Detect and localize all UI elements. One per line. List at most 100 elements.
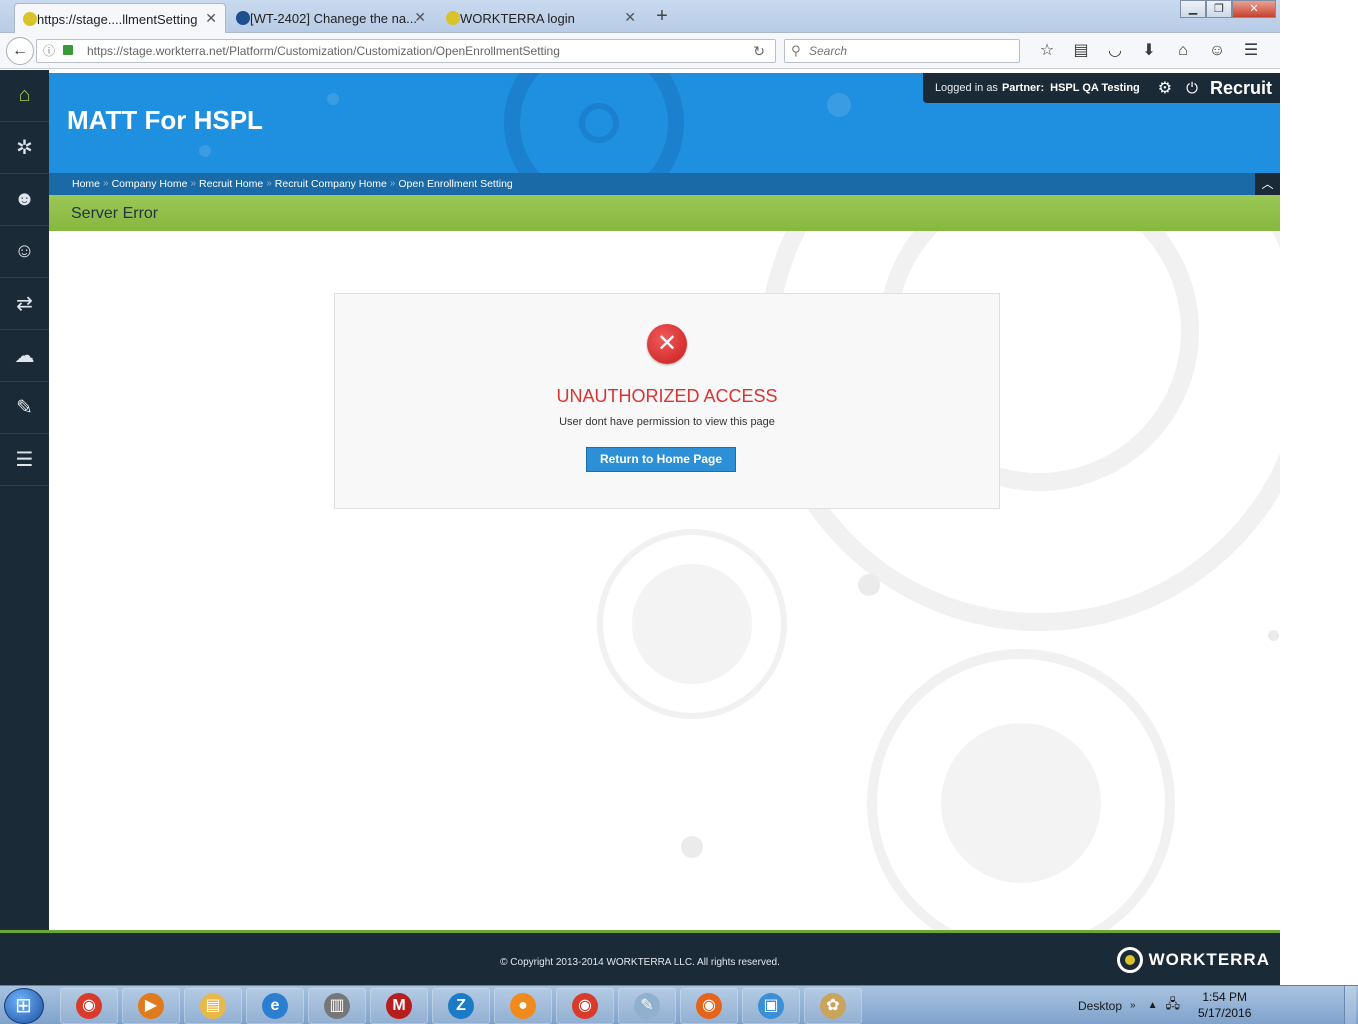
sidebar-item-jobs[interactable]: ✎: [0, 382, 49, 434]
menu-icon[interactable]: ☰: [1234, 39, 1268, 63]
download-icon[interactable]: ⬇: [1132, 39, 1166, 63]
taskbar-app-button[interactable]: e: [246, 988, 304, 1024]
close-icon[interactable]: ✕: [624, 9, 636, 26]
taskbar-app-button[interactable]: ▶: [122, 988, 180, 1024]
url-text[interactable]: https://stage.workterra.net/Platform/Cus…: [87, 40, 560, 62]
desktop-toolbar-label[interactable]: Desktop: [1078, 999, 1122, 1013]
taskbar-app-button[interactable]: ▣: [742, 988, 800, 1024]
tab-workterra-login[interactable]: WORKTERRA login ✕: [438, 3, 644, 33]
window-controls: ▁ ❐ ✕: [1180, 0, 1276, 18]
chat-icon: ☁: [14, 345, 35, 367]
page-footer: © Copyright 2013-2014 WORKTERRA LLC. All…: [0, 930, 1280, 985]
power-icon[interactable]: ⏻: [1186, 80, 1198, 97]
photo-viewer-icon: ▣: [758, 993, 784, 1019]
search-icon: ⚲: [791, 43, 801, 58]
breadcrumb-link[interactable]: Company Home: [112, 178, 188, 190]
brand-name: WORKTERRA: [1148, 950, 1270, 969]
tab-strip: https://stage....llmentSetting ✕ [WT-240…: [0, 0, 1280, 34]
breadcrumb-separator: »: [266, 178, 272, 189]
info-icon[interactable]: ⓘ: [43, 40, 55, 62]
breadcrumb-link[interactable]: Recruit Home: [199, 178, 263, 190]
home-icon: ⌂: [18, 84, 31, 106]
home-icon[interactable]: ⌂: [1166, 39, 1200, 63]
clock-date: 5/17/2016: [1198, 1006, 1252, 1020]
zoom-app-icon: Z: [448, 993, 474, 1019]
company-title: MATT For HSPL: [67, 105, 263, 135]
tab-active[interactable]: https://stage....llmentSetting ✕: [14, 3, 226, 34]
sidebar-item-messages[interactable]: ☁: [0, 330, 49, 382]
taskbar-app-button[interactable]: M: [370, 988, 428, 1024]
breadcrumb-current: Open Enrollment Setting: [398, 178, 513, 190]
sidebar-item-candidates[interactable]: ☻: [0, 174, 49, 226]
smiley-icon[interactable]: ☺: [1200, 39, 1234, 63]
app-sidebar: ⌂ ✲ ☻ ☺ ⇄ ☁ ✎ ☰: [0, 70, 49, 930]
taskbar-app-button[interactable]: ◉: [556, 988, 614, 1024]
copyright-text: © Copyright 2013-2014 WORKTERRA LLC. All…: [500, 957, 780, 968]
restore-button[interactable]: ❐: [1206, 0, 1232, 18]
start-button[interactable]: [4, 988, 44, 1024]
network-icon[interactable]: 🖧: [1166, 995, 1181, 1017]
file-explorer-icon: ▤: [200, 993, 226, 1019]
sidebar-item-reports[interactable]: ☰: [0, 434, 49, 486]
browser-toolbar: ☆ ▤ ◡ ⬇ ⌂ ☺ ☰: [1030, 39, 1268, 63]
return-home-button[interactable]: Return to Home Page: [586, 447, 736, 472]
clock[interactable]: 1:54 PM 5/17/2016: [1198, 989, 1251, 1021]
breadcrumb-separator: »: [190, 178, 197, 189]
close-icon[interactable]: ✕: [414, 9, 426, 26]
workterra-favicon-icon: [446, 11, 460, 25]
taskbar-app-button[interactable]: Z: [432, 988, 490, 1024]
taskbar-apps: ◉ ▶ ▤ e ▥ M Z ● ◉ ✎ ◉ ▣ ✿: [60, 988, 866, 1024]
gear-icon[interactable]: ⚙: [1158, 78, 1172, 98]
arrow-left-icon: ←: [12, 42, 28, 59]
reading-list-icon[interactable]: ▤: [1064, 39, 1098, 63]
back-button[interactable]: ←: [6, 37, 34, 65]
screen: https://stage....llmentSetting ✕ [WT-240…: [0, 0, 1358, 1024]
chevron-right-icon[interactable]: »: [1130, 1000, 1136, 1011]
sidebar-item-customization[interactable]: ✲: [0, 122, 49, 174]
system-tray: Desktop » ▲ 🖧: [1078, 986, 1180, 1024]
tray-expand-icon[interactable]: ▲: [1148, 1000, 1158, 1011]
error-x-icon: ✕: [647, 324, 687, 364]
search-bar[interactable]: ⚲: [784, 39, 1020, 63]
header-decoration: [327, 93, 339, 105]
clock-time: 1:54 PM: [1202, 990, 1248, 1004]
taskbar-app-button[interactable]: ✿: [804, 988, 862, 1024]
minimize-button[interactable]: ▁: [1180, 0, 1206, 18]
show-desktop-button[interactable]: [1344, 986, 1356, 1024]
taskbar-app-button[interactable]: ▤: [184, 988, 242, 1024]
breadcrumb-link[interactable]: Home: [72, 178, 100, 190]
url-bar[interactable]: ⓘ https://stage.workterra.net/Platform/C…: [36, 39, 776, 63]
pocket-icon[interactable]: ◡: [1098, 39, 1132, 63]
internet-explorer-icon: e: [262, 993, 288, 1019]
sidebar-item-transfer[interactable]: ⇄: [0, 278, 49, 330]
close-icon[interactable]: ✕: [205, 10, 217, 27]
taskbar-app-button[interactable]: ▥: [308, 988, 366, 1024]
breadcrumb-link[interactable]: Recruit Company Home: [275, 178, 387, 190]
puzzle-icon: ✲: [16, 137, 33, 159]
watermark-decoration: [1268, 630, 1279, 641]
transfer-icon: ⇄: [16, 293, 33, 315]
search-input[interactable]: [809, 42, 1009, 60]
taskbar-app-button[interactable]: ✎: [618, 988, 676, 1024]
login-name: HSPL QA Testing: [1050, 82, 1140, 94]
sidebar-item-users[interactable]: ☺: [0, 226, 49, 278]
error-card: ✕ UNAUTHORIZED ACCESS User dont have per…: [334, 293, 1000, 509]
brand: WORKTERRA: [1116, 947, 1270, 973]
breadcrumb-separator: »: [389, 178, 396, 189]
firefox-icon: ◉: [696, 993, 722, 1019]
watermark-decoration: [941, 723, 1101, 883]
tab-jira[interactable]: [WT-2402] Chanege the na... ✕: [228, 3, 434, 33]
close-window-button[interactable]: ✕: [1232, 0, 1276, 18]
bookmark-star-icon[interactable]: ☆: [1030, 39, 1064, 63]
new-tab-button[interactable]: +: [652, 5, 672, 28]
media-player-icon: ▶: [138, 993, 164, 1019]
taskbar-app-button[interactable]: ◉: [680, 988, 738, 1024]
taskbar-app-button[interactable]: ●: [494, 988, 552, 1024]
sidebar-item-home[interactable]: ⌂: [0, 70, 49, 122]
module-name[interactable]: Recruit: [1210, 78, 1272, 99]
collapse-header-button[interactable]: ︿: [1255, 173, 1280, 195]
reload-icon[interactable]: ↻: [753, 40, 765, 62]
tab-label: https://stage....llmentSetting: [37, 11, 198, 27]
taskbar-app-button[interactable]: ◉: [60, 988, 118, 1024]
mcafee-icon: M: [386, 993, 412, 1019]
